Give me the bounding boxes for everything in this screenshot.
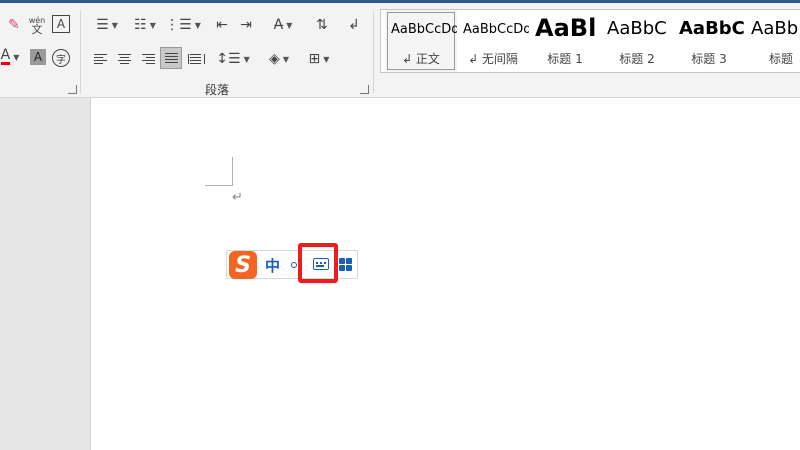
sort-icon: ⇅ [316,17,328,33]
phonetic-guide-button[interactable]: wén 文 [26,13,48,37]
line-spacing-button[interactable]: ↕☰ ▼ [216,49,250,69]
style-name: 标题 2 [619,52,655,66]
align-center-button[interactable] [114,49,134,69]
style-name: 标题 [768,52,793,66]
paragraph-mark-icon: ↲ [348,17,360,33]
align-left-icon [93,54,107,64]
line-spacing-icon: ↕☰ [216,51,241,67]
paragraph-dialog-launcher[interactable] [360,85,369,94]
clear-formatting-icon[interactable]: ✎ [4,15,24,35]
style-heading-1[interactable]: AaBl 标题 1 [529,10,601,72]
style-title[interactable]: AaBb 标题 [745,10,800,72]
style-preview: AaBbC [679,18,745,39]
toolbox-grid-icon[interactable] [339,258,352,271]
ribbon: ✎ wén 文 A A ▼ A 字 ☰ ▼ ☷ ▼ ⋮☰ ▼ ⇤ ⇥ A̶ ▼ ⇅ ↲ [0,3,800,98]
margin-corner-mark [205,185,233,186]
style-name: 标题 3 [691,52,727,66]
justify-button[interactable] [160,47,182,69]
style-preview: AaBl [535,14,597,42]
bullets-icon: ☰ [96,17,109,33]
paragraph-mark: ↵ [232,190,243,205]
decrease-indent-icon: ⇤ [216,17,228,33]
chinese-layout-button[interactable]: A̶ ▼ [266,15,300,35]
margin-corner-mark [232,157,233,185]
numbering-icon: ☷ [134,17,147,33]
style-normal[interactable]: AaBbCcDd ↲ 正文 [385,10,457,72]
font-dialog-launcher[interactable] [68,85,77,94]
align-right-icon [141,54,155,64]
paint-bucket-icon: ◈ [269,51,280,67]
bullets-button[interactable]: ☰ ▼ [90,15,124,35]
sort-button[interactable]: ⇅ [312,15,332,35]
align-center-icon [117,54,131,64]
style-name: ↲ 正文 [402,52,440,66]
character-border-button[interactable]: A [52,15,70,33]
shading-button[interactable]: ◈ ▼ [262,49,296,69]
enclose-char: 字 [56,54,66,66]
style-no-spacing[interactable]: AaBbCcDd ↲ 无间隔 [457,10,529,72]
ime-mode-toggle[interactable]: 中 [265,255,280,276]
style-preview: AaBbCcDd [463,22,529,37]
justify-icon [164,53,178,63]
increase-indent-icon: ⇥ [240,17,252,33]
pinyin-char: 文 [31,23,43,36]
distributed-button[interactable] [186,49,206,69]
font-color-button[interactable]: A ▼ [0,47,20,67]
borders-button[interactable]: ⊞ ▼ [302,49,336,69]
style-preview: AaBb [751,18,799,39]
show-marks-button[interactable]: ↲ [344,15,364,35]
font-color-icon: A [0,47,11,65]
style-name: ↲ 无间隔 [468,52,518,66]
multilevel-list-button[interactable]: ⋮☰ ▼ [165,15,201,35]
numbering-button[interactable]: ☷ ▼ [128,15,162,35]
decrease-indent-button[interactable]: ⇤ [212,15,232,35]
enclose-characters-button[interactable]: 字 [52,49,70,67]
character-shading-button[interactable]: A [30,49,46,65]
style-preview: AaBbCcDd [391,22,457,37]
align-left-button[interactable] [90,49,110,69]
style-preview: AaBbC [607,18,667,39]
paragraph-group-label: 段落 [205,83,230,97]
style-name: 标题 1 [547,52,583,66]
distributed-icon [187,54,205,64]
multilevel-list-icon: ⋮☰ [165,17,192,33]
sogou-logo-icon[interactable]: S [229,251,257,279]
group-separator [373,11,374,93]
increase-indent-button[interactable]: ⇥ [236,15,256,35]
styles-gallery: AaBbCcDd ↲ 正文 AaBbCcDd ↲ 无间隔 AaBl 标题 1 A… [380,9,800,73]
highlight-box [298,243,338,283]
punctuation-dot-icon[interactable] [291,262,297,268]
style-heading-2[interactable]: AaBbC 标题 2 [601,10,673,72]
ime-toolbar: S 中 [226,250,358,279]
chinese-layout-icon: A̶ [273,17,284,33]
group-separator [80,11,81,93]
document-page[interactable] [90,98,800,450]
align-right-button[interactable] [138,49,158,69]
borders-icon: ⊞ [308,51,321,67]
style-heading-3[interactable]: AaBbC 标题 3 [673,10,745,72]
